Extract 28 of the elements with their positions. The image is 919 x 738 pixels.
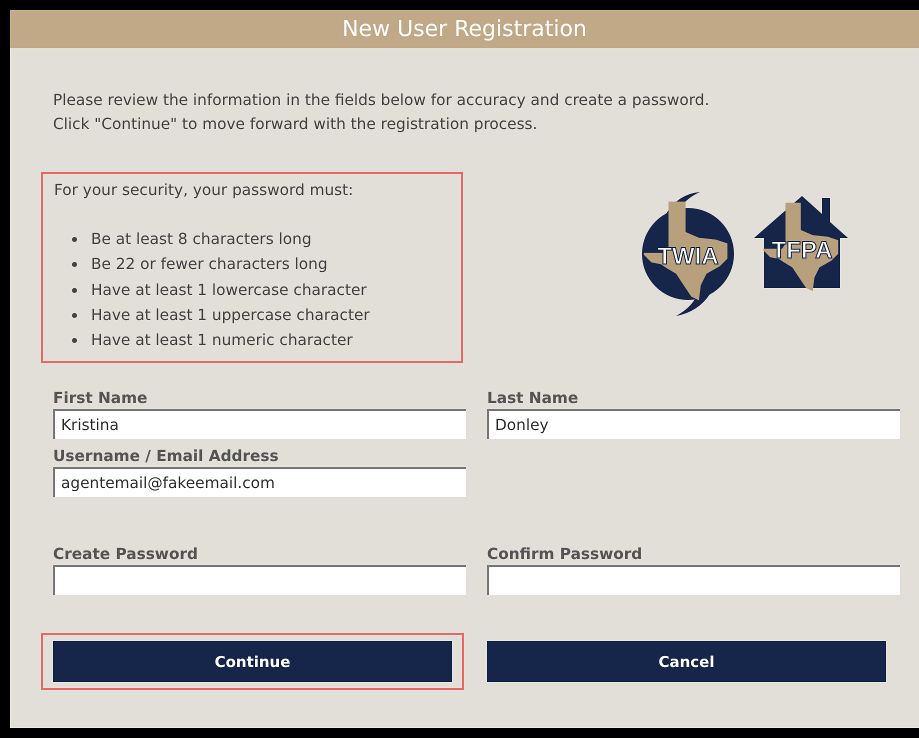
logo-text: TFPA	[772, 237, 832, 264]
field-label: First Name	[53, 389, 148, 408]
bullet-icon	[72, 288, 77, 293]
input-field[interactable]	[53, 565, 466, 596]
requirement-text: Have at least 1 numeric character	[91, 330, 353, 352]
action-button[interactable]: Cancel	[487, 641, 886, 682]
requirement-text: Have at least 1 uppercase character	[91, 305, 370, 326]
bullet-icon	[72, 313, 77, 318]
requirement-text: Be at least 8 characters long	[91, 229, 312, 250]
bullet-icon	[72, 338, 77, 344]
field-label: Create Password	[53, 545, 199, 564]
action-button[interactable]: Continue	[53, 641, 452, 682]
field-label: Username / Email Address	[53, 447, 280, 466]
input-field[interactable]: Donley	[487, 409, 900, 440]
requirements-heading: For your security, your password must:	[54, 180, 354, 201]
requirement-text: Have at least 1 lowercase character	[91, 280, 367, 301]
instruction-text: Click "Continue" to move forward with the registration process.	[53, 114, 538, 135]
logo-text: TWIA	[657, 243, 719, 270]
input-field[interactable]	[487, 565, 900, 596]
input-field[interactable]: Kristina	[53, 409, 466, 440]
page-title: New User Registration	[342, 16, 587, 44]
field-label: Confirm Password	[487, 545, 644, 564]
input-field[interactable]: agentemail@fakeemail.com	[53, 467, 466, 498]
requirement-text: Be 22 or fewer characters long	[91, 254, 328, 276]
instruction-text: Please review the information in the fields below for accuracy and create a password.	[53, 90, 710, 111]
field-label: Last Name	[487, 389, 580, 408]
bullet-icon	[72, 262, 77, 268]
bullet-icon	[72, 237, 77, 242]
